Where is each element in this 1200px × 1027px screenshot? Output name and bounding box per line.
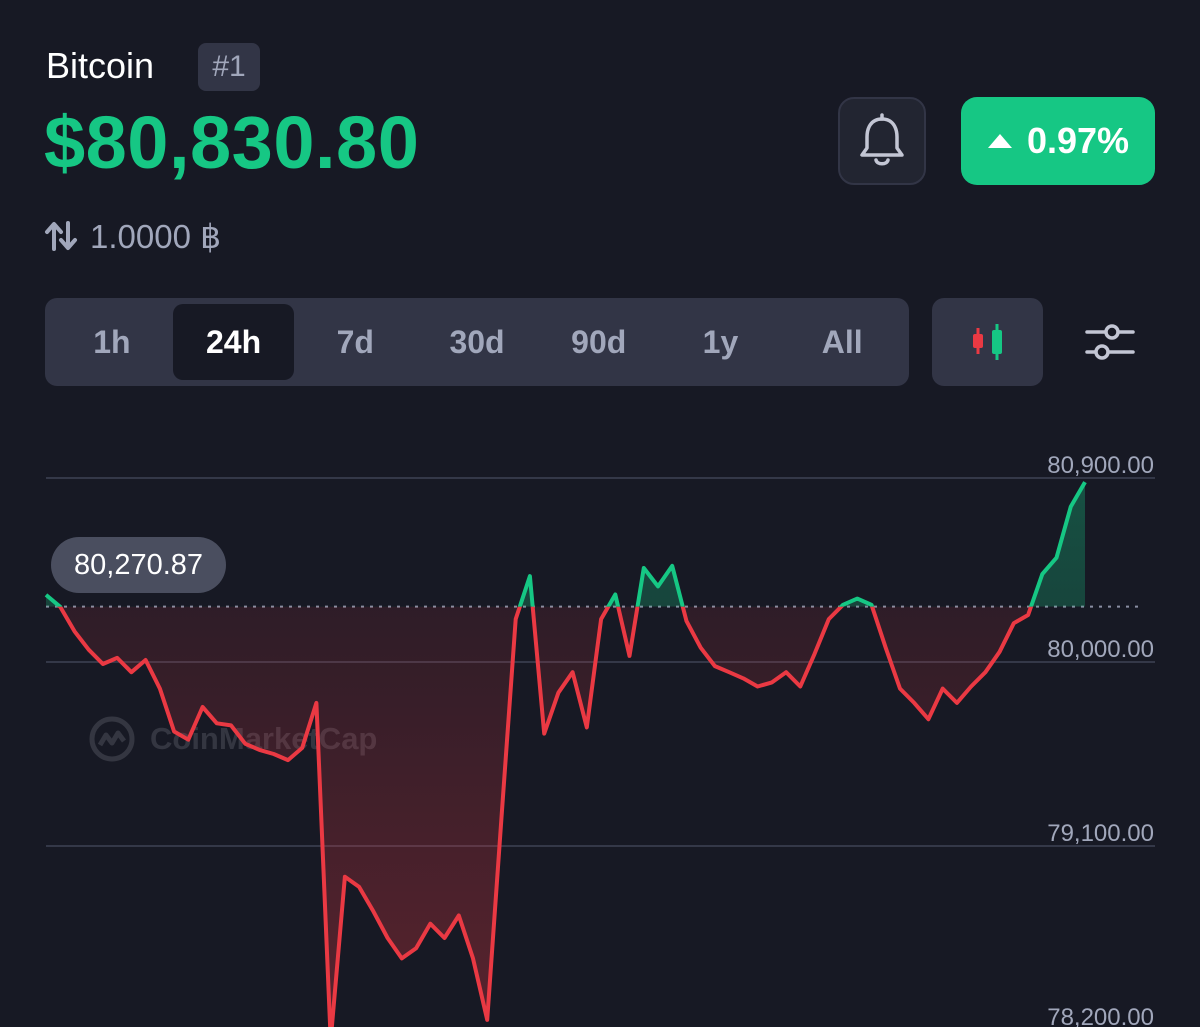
price-change-percent: 0.97% <box>1026 120 1130 161</box>
tab-7d[interactable]: 7d <box>294 304 416 380</box>
candlestick-toggle-button[interactable] <box>932 298 1043 386</box>
tab-1h[interactable]: 1h <box>51 304 173 380</box>
tab-90d[interactable]: 90d <box>538 304 660 380</box>
tab-1y[interactable]: 1y <box>660 304 782 380</box>
y-tick-label: 80,900.00 <box>1047 452 1154 479</box>
y-tick-label: 79,100.00 <box>1047 820 1154 847</box>
triangle-up-icon <box>987 134 1012 148</box>
chart-settings-button[interactable] <box>1080 312 1140 372</box>
bell-icon <box>860 113 904 166</box>
price-change-badge: 0.97% <box>961 97 1155 185</box>
rank-badge: #1 <box>198 43 260 91</box>
price-alert-button[interactable] <box>838 97 926 185</box>
tab-24h[interactable]: 24h <box>172 304 295 380</box>
y-tick-label: 78,200.00 <box>1047 1004 1154 1027</box>
swap-arrows-icon <box>45 221 77 251</box>
price-chart-svg: 80,900.00 80,000.00 79,100.00 78,200.00 <box>44 452 1155 1027</box>
y-tick-label: 80,000.00 <box>1047 636 1154 663</box>
coin-name: Bitcoin <box>46 45 155 86</box>
current-price: $80,830.80 <box>44 101 420 184</box>
tab-all[interactable]: All <box>781 304 903 380</box>
candlestick-icon <box>972 324 1002 360</box>
reference-price-pill: 80,270.87 <box>51 537 227 593</box>
conversion-amount: 1.0000 ฿ <box>90 217 222 255</box>
conversion-row[interactable]: 1.0000 ฿ <box>44 214 221 258</box>
sliders-icon <box>1085 324 1135 360</box>
time-range-tabs: 1h 24h 7d 30d 90d 1y All <box>45 298 909 386</box>
tab-30d[interactable]: 30d <box>416 304 538 380</box>
price-chart[interactable]: CoinMarketCap 80,900.0080,000.0079,100.0… <box>0 440 1200 1027</box>
